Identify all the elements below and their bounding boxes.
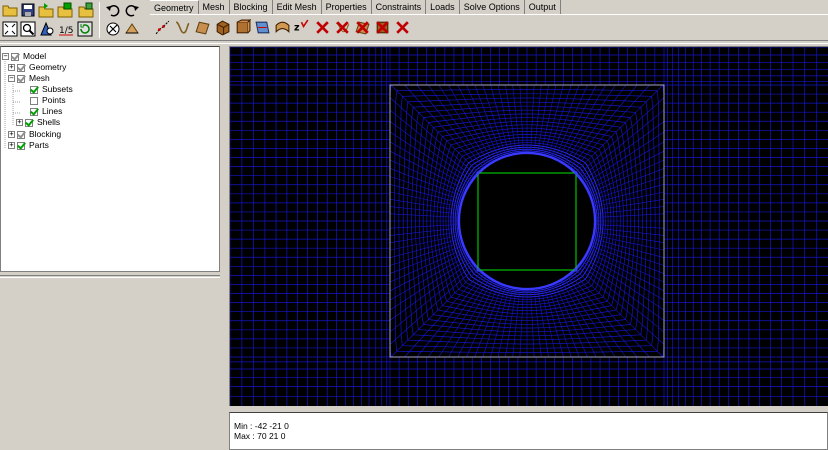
refresh-icon[interactable] [76,20,93,37]
measure-icon[interactable] [38,20,55,37]
collapse-toggle[interactable]: − [8,75,15,82]
visibility-checkbox[interactable] [30,85,38,94]
tab-loads[interactable]: Loads [426,0,460,14]
redo-icon[interactable] [123,1,140,18]
toolbar-separator [99,2,100,38]
create-point-icon[interactable] [152,17,172,37]
tree-item-label: Blocking [29,129,62,139]
tab-geometry[interactable]: Geometry [150,0,199,14]
tree-item-subsets[interactable]: Subsets [30,84,73,95]
tab-solve-options[interactable]: Solve Options [460,0,525,14]
create-body-icon[interactable] [212,17,232,37]
delete-any-icon[interactable] [392,17,412,37]
graphics-viewport[interactable] [229,46,828,406]
tree-item-label: Points [42,95,66,105]
open-geometry-icon[interactable] [37,1,54,18]
visibility-checkbox[interactable] [30,107,38,116]
repair-geometry-icon[interactable] [252,17,272,37]
tab-output[interactable]: Output [525,0,561,14]
max-readout: Max : 70 21 0 [234,431,286,441]
tree-item-geometry[interactable]: + Geometry [8,62,66,73]
visibility-checkbox[interactable] [25,118,33,127]
faceted-icon[interactable] [232,17,252,37]
expand-toggle[interactable]: + [8,64,15,71]
tree-item-label: Shells [37,117,61,127]
save-icon[interactable] [19,1,36,18]
restore-dormant-icon[interactable]: z [292,17,312,37]
tree-item-parts[interactable]: + Parts [8,140,49,151]
tools-icon[interactable] [103,20,123,37]
tree-item-points[interactable]: Points [30,95,66,106]
tab-edit-mesh[interactable]: Edit Mesh [273,0,322,14]
fit-window-icon[interactable] [1,20,18,37]
min-readout: Min : -42 -21 0 [234,421,289,431]
icem-window: 1/5 Geometry Mesh Blocking Edit Mesh Pro… [0,0,828,450]
tree-item-lines[interactable]: Lines [30,106,62,117]
tree-item-label: Lines [42,106,63,116]
tab-constraints[interactable]: Constraints [372,0,427,14]
model-tree: − Model + Geometry − Mesh Subsets Points… [0,46,220,272]
collapse-toggle[interactable]: − [2,53,9,60]
tabs-divider [150,14,828,15]
transform-icon[interactable] [272,17,292,37]
expand-toggle[interactable]: + [8,142,15,149]
tree-item-model[interactable]: − Model [2,51,46,62]
tree-item-shells[interactable]: + Shells [16,117,60,128]
vertical-splitter[interactable] [221,44,229,450]
function-tabs: Geometry Mesh Blocking Edit Mesh Propert… [150,0,561,14]
shading-icon[interactable] [122,20,142,37]
visibility-checkbox[interactable] [17,74,25,83]
tree-item-blocking[interactable]: + Blocking [8,129,61,140]
delete-surface-icon[interactable] [352,17,372,37]
visibility-checkbox[interactable] [17,63,25,72]
delete-body-icon[interactable] [372,17,392,37]
visibility-checkbox[interactable] [17,130,25,139]
tab-properties[interactable]: Properties [322,0,372,14]
delete-point-icon[interactable] [312,17,332,37]
geometry-toolbar: z [152,17,412,37]
mesh-display [230,47,828,406]
open-folder-icon[interactable] [1,1,18,18]
quality-icon[interactable]: 1/5 [57,20,74,37]
tree-item-label: Subsets [42,84,73,94]
data-entry-panel [0,272,220,450]
tab-blocking[interactable]: Blocking [230,0,273,14]
open-blocking-icon[interactable] [77,1,94,18]
delete-curve-icon[interactable] [332,17,352,37]
visibility-checkbox[interactable] [30,96,38,105]
tree-item-label: Mesh [29,73,50,83]
undo-icon[interactable] [104,1,121,18]
save-geometry-icon[interactable] [56,1,73,18]
zoom-icon[interactable] [19,20,36,37]
create-surface-icon[interactable] [192,17,212,37]
expand-toggle[interactable]: + [8,131,15,138]
tab-mesh[interactable]: Mesh [199,0,230,14]
panel-splitter[interactable] [0,275,220,278]
message-window: Min : -42 -21 0 Max : 70 21 0 [229,412,828,450]
main-toolbar: 1/5 [0,0,148,40]
create-curve-icon[interactable] [172,17,192,37]
tree-item-label: Model [23,51,47,61]
toolbar-divider [0,40,828,44]
expand-toggle[interactable]: + [16,119,23,126]
tree-item-label: Geometry [29,62,67,72]
tree-item-label: Parts [29,140,49,150]
visibility-checkbox[interactable] [17,141,25,150]
tree-item-mesh[interactable]: − Mesh [8,73,50,84]
svg-text:z: z [294,22,300,33]
visibility-checkbox[interactable] [11,52,19,61]
